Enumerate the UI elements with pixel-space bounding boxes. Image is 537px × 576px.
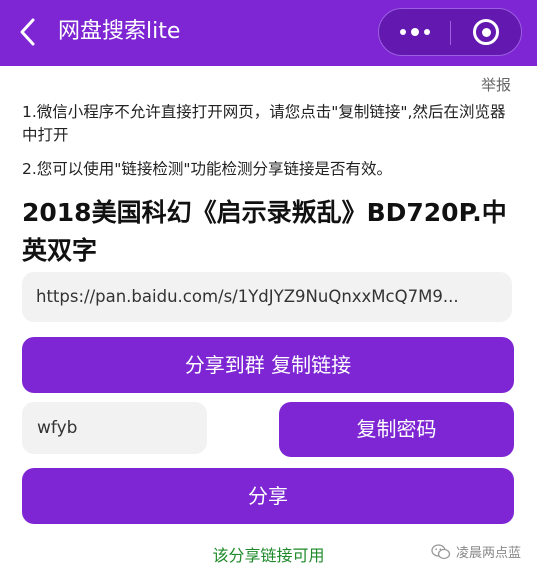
mini-program-capsule	[378, 8, 522, 56]
page-title: 网盘搜索lite	[58, 19, 181, 44]
target-close-icon	[473, 19, 499, 45]
share-link-field[interactable]: https://pan.baidu.com/s/1YdJYZ9NuQnxxMcQ…	[22, 272, 512, 322]
app-header: 网盘搜索lite	[0, 0, 537, 66]
back-button[interactable]	[14, 14, 44, 50]
notice-link-check: 2.您可以使用"链接检测"功能检测分享链接是否有效。	[22, 160, 393, 178]
watermark-text: 凌晨两点蓝	[455, 546, 521, 561]
notice-copy-link: 1.微信小程序不允许直接打开网页，请您点击"复制链接",然后在浏览器中打开	[22, 103, 506, 144]
close-button[interactable]	[451, 9, 521, 55]
chevron-left-icon	[20, 18, 35, 46]
share-button[interactable]: 分享	[22, 468, 514, 524]
more-dots-icon	[399, 29, 406, 35]
watermark: 凌晨两点蓝	[431, 542, 521, 561]
copy-password-button[interactable]: 复制密码	[279, 402, 514, 457]
share-group-copy-link-button[interactable]: 分享到群 复制链接	[22, 337, 514, 393]
resource-title: 2018美国科幻《启示录叛乱》BD720P.中英双字	[22, 198, 507, 265]
more-button[interactable]	[379, 9, 450, 55]
report-link[interactable]: 举报	[481, 74, 511, 95]
password-field[interactable]: wfyb	[22, 402, 207, 454]
wechat-logo-icon	[431, 543, 451, 559]
